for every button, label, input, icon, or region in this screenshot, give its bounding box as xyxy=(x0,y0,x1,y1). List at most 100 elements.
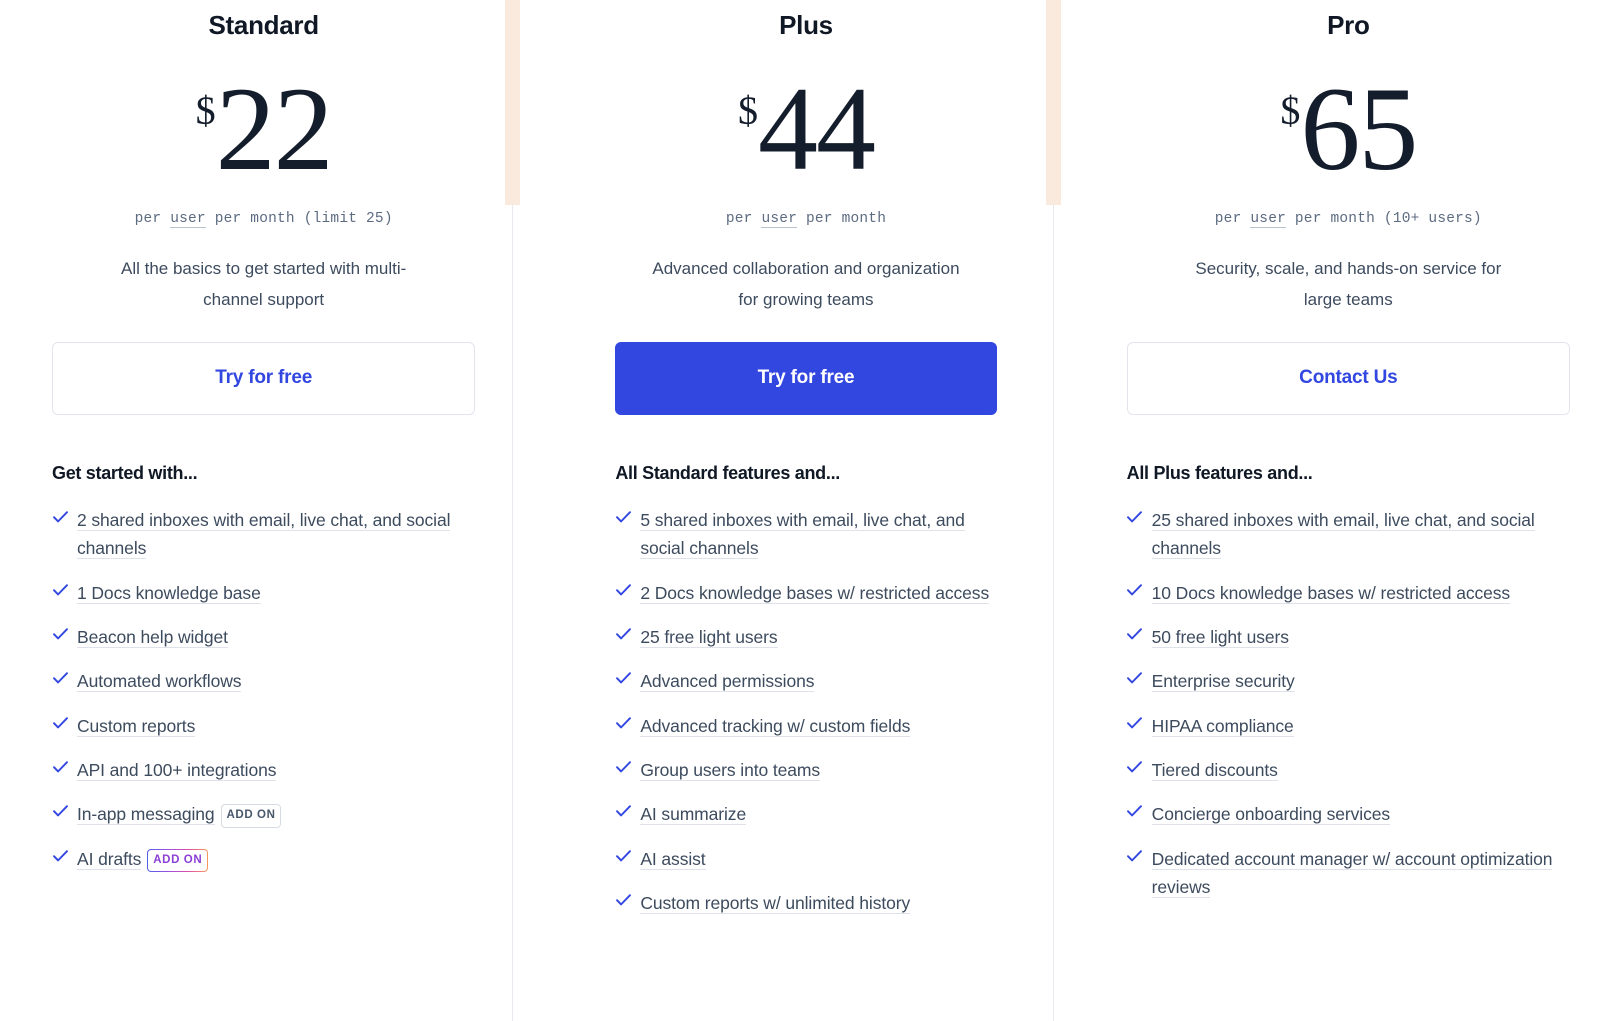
feature-label: AI drafts ADD ON xyxy=(77,845,208,873)
feature-item: 50 free light users xyxy=(1127,623,1570,651)
plan-title: Pro xyxy=(1327,10,1370,40)
plan-column-plus: Plus $ 44 per user per month Advanced co… xyxy=(533,0,1066,1021)
feature-label: Concierge onboarding services xyxy=(1151,804,1391,826)
check-icon xyxy=(52,667,68,689)
feature-label: Group users into teams xyxy=(640,759,821,781)
plan-tagline: Advanced collaboration and organization … xyxy=(652,259,960,310)
feature-label: Enterprise security xyxy=(1151,671,1295,693)
check-icon xyxy=(1127,800,1143,822)
plan-tagline: Security, scale, and hands-on service fo… xyxy=(1195,259,1502,310)
check-icon xyxy=(1127,845,1143,867)
feature-item: 25 shared inboxes with email, live chat,… xyxy=(1127,506,1570,563)
feature-list-standard: Get started with... 2 shared inboxes wit… xyxy=(52,463,475,889)
feature-label: HIPAA compliance xyxy=(1151,715,1294,737)
plan-column-pro: Pro $ 65 per user per month (10+ users) … xyxy=(1067,0,1600,1021)
pricing-table: Standard $ 22 per user per month (limit … xyxy=(0,0,1600,1021)
price-note-suffix: per month (10+ users) xyxy=(1286,211,1482,227)
feature-label: Beacon help widget xyxy=(77,626,228,648)
feature-label: Automated workflows xyxy=(77,671,242,693)
plan-price: $ 44 xyxy=(737,62,876,195)
feature-item: In-app messaging ADD ON xyxy=(52,800,475,828)
feature-list-pro: All Plus features and... 25 shared inbox… xyxy=(1127,463,1570,917)
feature-list-title: Get started with... xyxy=(52,462,198,483)
feature-item: 10 Docs knowledge bases w/ restricted ac… xyxy=(1127,579,1570,607)
check-icon xyxy=(1127,623,1143,645)
price-note: per user per month (limit 25) xyxy=(134,211,393,228)
currency-symbol: $ xyxy=(737,88,758,133)
plan-title: Standard xyxy=(208,10,320,40)
feature-label: Tiered discounts xyxy=(1151,759,1278,781)
check-icon xyxy=(1127,579,1143,601)
check-icon xyxy=(52,845,68,867)
feature-label: AI assist xyxy=(640,848,706,870)
price-note: per user per month (10+ users) xyxy=(1214,211,1482,228)
addon-badge-ai: ADD ON xyxy=(147,849,208,873)
price-note-prefix: per xyxy=(725,211,762,227)
feature-item: Beacon help widget xyxy=(52,623,475,651)
check-icon xyxy=(52,506,68,528)
feature-label: Advanced permissions xyxy=(640,671,815,693)
plan-title: Plus xyxy=(779,10,833,40)
feature-list-title: All Standard features and... xyxy=(615,462,840,483)
price-note-tooltip-term[interactable]: user xyxy=(761,211,798,228)
price-note-prefix: per xyxy=(1214,211,1251,227)
check-icon xyxy=(615,579,631,601)
price-note-prefix: per xyxy=(134,211,171,227)
feature-label: Advanced tracking w/ custom fields xyxy=(640,715,911,737)
price-amount: 22 xyxy=(215,62,334,195)
price-note-tooltip-term[interactable]: user xyxy=(1250,211,1286,228)
feature-list-title: All Plus features and... xyxy=(1126,462,1313,483)
feature-label: Custom reports xyxy=(77,715,196,737)
feature-item: HIPAA compliance xyxy=(1127,712,1570,740)
check-icon xyxy=(52,579,68,601)
check-icon xyxy=(1127,712,1143,734)
feature-label: 1 Docs knowledge base xyxy=(77,582,261,604)
feature-item: Concierge onboarding services xyxy=(1127,800,1570,828)
feature-item: API and 100+ integrations xyxy=(52,756,475,784)
currency-symbol: $ xyxy=(1280,88,1301,133)
check-icon xyxy=(52,756,68,778)
check-icon xyxy=(615,506,631,528)
check-icon xyxy=(615,623,631,645)
check-icon xyxy=(52,800,68,822)
plan-tagline: All the basics to get started with multi… xyxy=(120,259,407,310)
feature-item: Enterprise security xyxy=(1127,667,1570,695)
feature-item: Custom reports w/ unlimited history xyxy=(615,889,996,917)
price-note-suffix: per month (limit 25) xyxy=(205,211,393,227)
feature-item: 2 shared inboxes with email, live chat, … xyxy=(52,506,475,563)
check-icon xyxy=(52,712,68,734)
feature-item: Dedicated account manager w/ account opt… xyxy=(1127,845,1570,902)
check-icon xyxy=(52,623,68,645)
check-icon xyxy=(615,845,631,867)
cta-button-standard[interactable]: Try for free xyxy=(52,341,476,415)
feature-item: Group users into teams xyxy=(615,756,996,784)
check-icon xyxy=(615,667,631,689)
check-icon xyxy=(615,889,631,911)
plan-price: $ 65 xyxy=(1280,62,1418,195)
price-note-suffix: per month xyxy=(797,211,887,227)
feature-label: API and 100+ integrations xyxy=(77,759,277,781)
plan-price: $ 22 xyxy=(195,62,334,195)
cta-button-pro[interactable]: Contact Us xyxy=(1126,341,1570,415)
feature-label: AI summarize xyxy=(640,804,747,826)
feature-item: AI summarize xyxy=(615,800,996,828)
price-amount: 65 xyxy=(1300,62,1418,195)
feature-item: 25 free light users xyxy=(615,623,996,651)
feature-label: 2 shared inboxes with email, live chat, … xyxy=(77,509,451,560)
feature-item: 1 Docs knowledge base xyxy=(52,579,475,607)
feature-label: 25 free light users xyxy=(640,626,778,648)
feature-item: 5 shared inboxes with email, live chat, … xyxy=(615,506,996,563)
feature-label: 50 free light users xyxy=(1151,626,1289,648)
price-amount: 44 xyxy=(757,62,876,195)
price-note: per user per month xyxy=(725,211,887,228)
feature-item: Automated workflows xyxy=(52,667,475,695)
currency-symbol: $ xyxy=(195,88,216,133)
check-icon xyxy=(1127,756,1143,778)
check-icon xyxy=(1127,506,1143,528)
feature-label: 10 Docs knowledge bases w/ restricted ac… xyxy=(1151,582,1511,604)
cta-button-plus[interactable]: Try for free xyxy=(615,341,997,415)
check-icon xyxy=(615,800,631,822)
check-icon xyxy=(615,712,631,734)
price-note-tooltip-term[interactable]: user xyxy=(170,211,206,228)
feature-item: Tiered discounts xyxy=(1127,756,1570,784)
